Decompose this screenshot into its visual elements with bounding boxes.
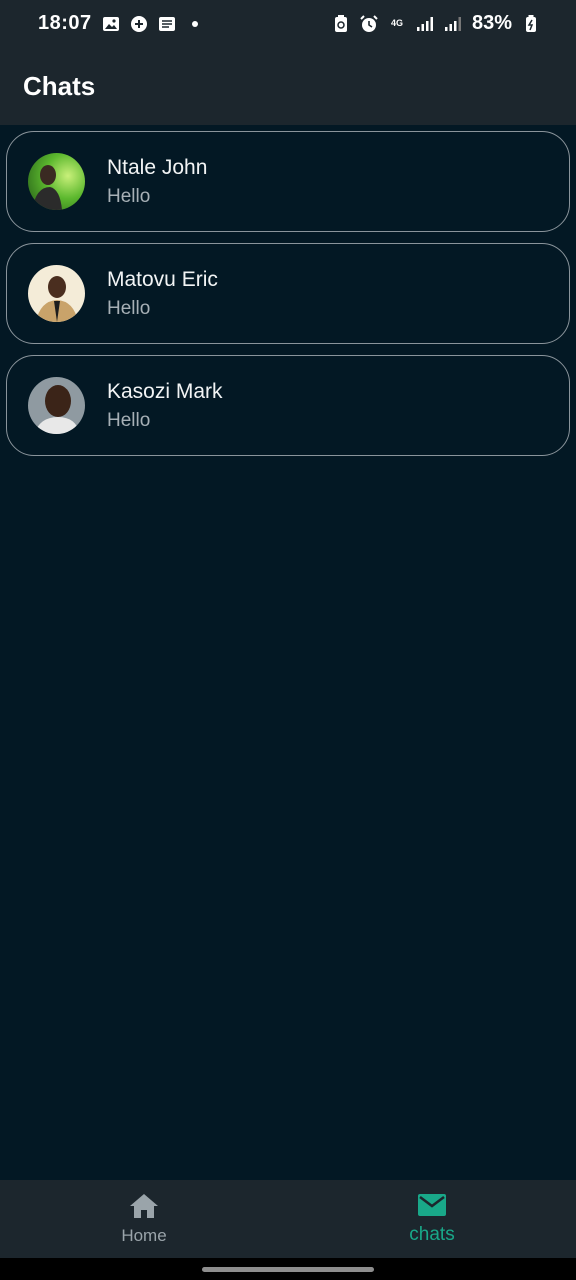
app-bar: Chats: [0, 47, 576, 125]
status-left: 18:07: [38, 12, 204, 35]
battery-charging-icon: [522, 14, 540, 33]
message-icon: [158, 15, 176, 33]
signal-icon: [416, 15, 434, 33]
battery-saver-icon: [332, 14, 350, 33]
network-type-icon: 4G: [388, 15, 406, 33]
status-bar: 18:07 4G 83%: [0, 0, 576, 47]
avatar: [28, 377, 85, 434]
gesture-handle[interactable]: [202, 1267, 374, 1272]
chat-text: Kasozi Mark Hello: [107, 380, 223, 432]
nav-home-label: Home: [121, 1225, 167, 1245]
gesture-area: [0, 1258, 576, 1280]
chat-name: Matovu Eric: [107, 267, 218, 291]
avatar: [28, 153, 85, 210]
chat-last-message: Hello: [107, 409, 151, 431]
gallery-icon: [102, 15, 120, 33]
chat-name: Kasozi Mark: [107, 379, 223, 403]
chat-item-matovu-eric[interactable]: Matovu Eric Hello: [6, 243, 570, 344]
nav-home[interactable]: Home: [0, 1180, 288, 1258]
bottom-navigation: Home chats: [0, 1180, 576, 1258]
alarm-icon: [360, 14, 378, 33]
signal-2-icon: [444, 15, 462, 33]
mail-icon: [417, 1193, 447, 1222]
dot-icon: [186, 15, 204, 33]
home-icon: [129, 1193, 159, 1224]
network-type-label: 4G: [390, 18, 403, 28]
chat-item-kasozi-mark[interactable]: Kasozi Mark Hello: [6, 355, 570, 456]
page-title: Chats: [23, 70, 96, 101]
chat-list: Ntale John Hello Matovu Eric Hello Kasoz…: [6, 131, 570, 467]
chat-name: Ntale John: [107, 155, 208, 179]
nav-chats[interactable]: chats: [288, 1180, 576, 1258]
app-notification-icon: [130, 15, 148, 33]
status-right: 4G 83%: [332, 12, 540, 35]
chat-text: Ntale John Hello: [107, 156, 207, 208]
status-time: 18:07: [38, 12, 92, 34]
chat-last-message: Hello: [107, 185, 151, 207]
avatar: [28, 265, 85, 322]
battery-percentage: 83%: [471, 12, 512, 34]
chat-last-message: Hello: [107, 297, 151, 319]
chat-item-ntale-john[interactable]: Ntale John Hello: [6, 131, 570, 232]
nav-chats-label: chats: [409, 1223, 455, 1245]
chat-text: Matovu Eric Hello: [107, 268, 218, 320]
